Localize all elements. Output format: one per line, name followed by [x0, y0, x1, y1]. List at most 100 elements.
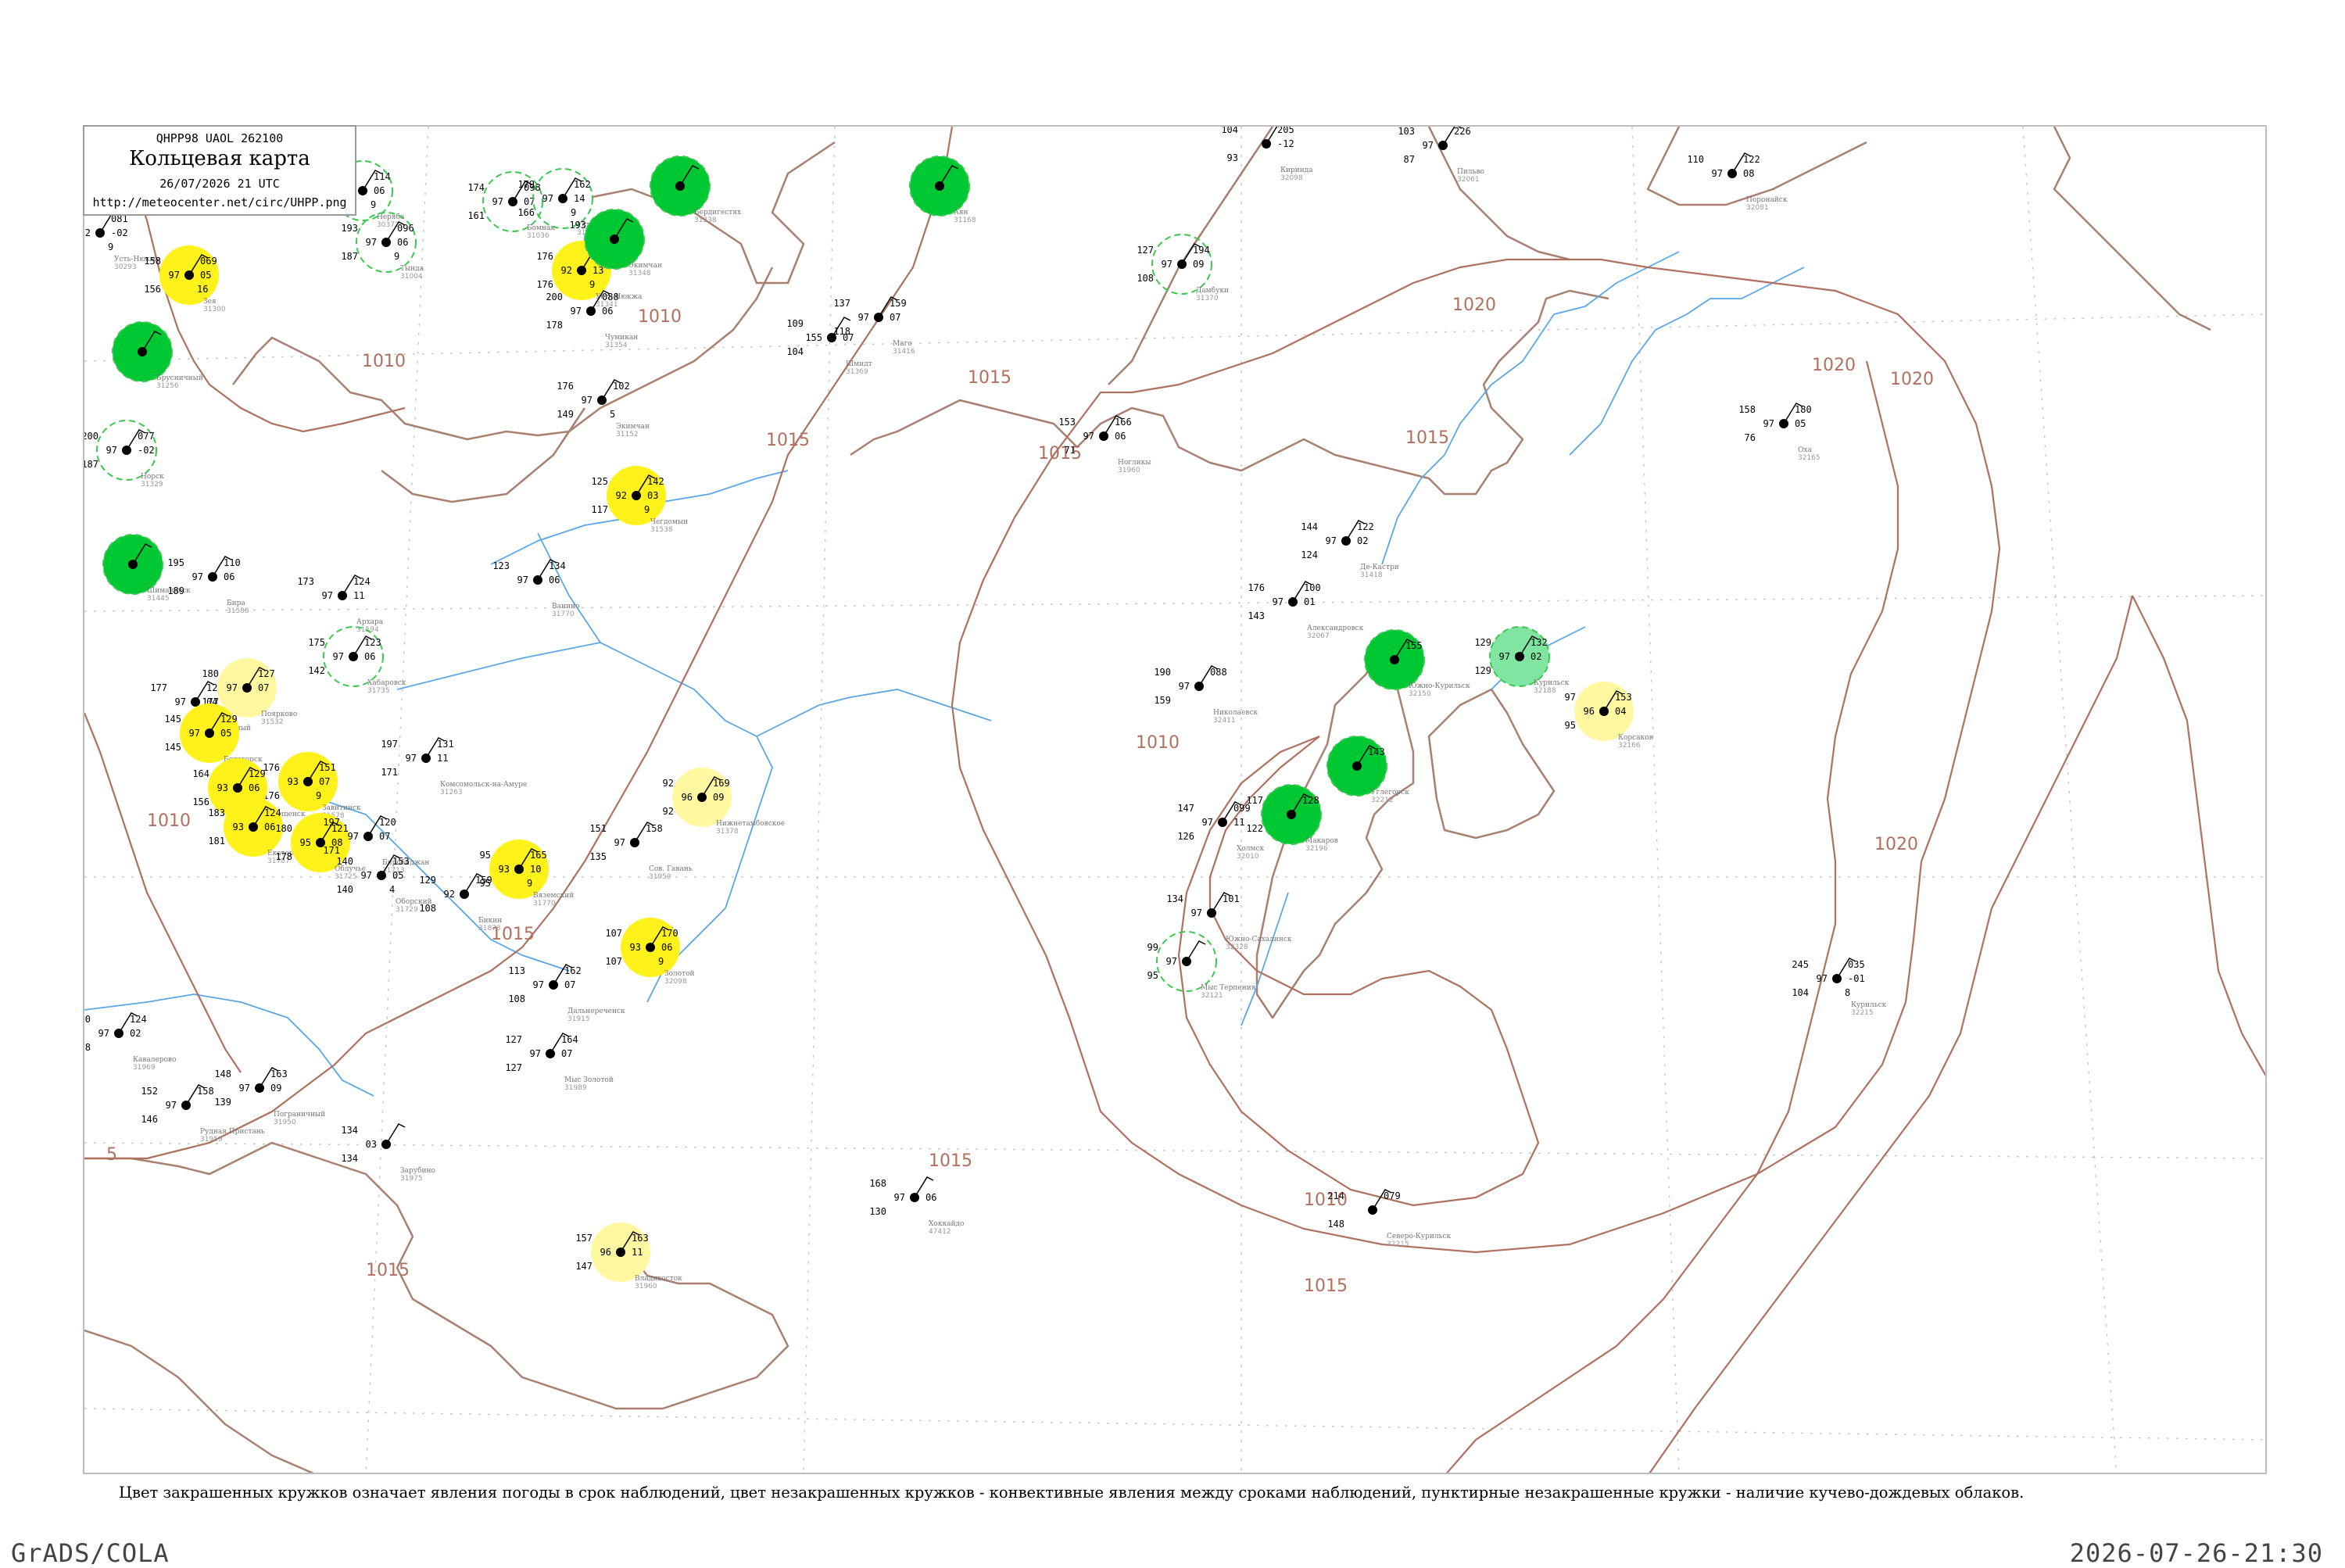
- station-name: Бердигестях: [694, 209, 741, 217]
- station-value-dp: 06: [374, 185, 385, 196]
- station-49[interactable]: 129 159 92 108 Бикин31873: [419, 873, 502, 933]
- station-35[interactable]: 117 128122Макаров32196: [1246, 784, 1338, 853]
- station-value-t: 134: [341, 1125, 358, 1136]
- station-53[interactable]: 113 162 97 07 108 Дальнереченск31915: [508, 964, 625, 1023]
- station-value-pr: 140: [336, 884, 353, 895]
- isobar-labels: 1010 1010 1015 1015 1015 1015 1015 1015 …: [106, 295, 1934, 1296]
- station-value-td: 97: [166, 1100, 177, 1111]
- station-55[interactable]: 190 124 97 02 168 Кавалерово31969: [84, 1012, 176, 1072]
- station-value-t: 190: [84, 1014, 91, 1025]
- station-20[interactable]: 158 180 97 05 76 Оха32165: [1738, 403, 1821, 462]
- station-value-t: 179: [517, 179, 535, 190]
- station-25[interactable]: 195 110 97 06 189 Бира31588: [167, 556, 249, 615]
- synoptic-map[interactable]: 1010 1010 1015 1015 1015 1015 1015 1015 …: [84, 127, 2267, 1474]
- station-12[interactable]: 127 194 97 09 108 Дамбуки31370: [1137, 234, 1229, 303]
- station-7[interactable]: 158 069 97 05 156 16 Зея31300: [144, 245, 226, 313]
- station-id: 30372: [377, 221, 399, 229]
- station-value-p: 162: [564, 965, 582, 976]
- station-31[interactable]: 129 132 97 02 129 Курильск32188: [1474, 626, 1570, 695]
- station-59[interactable]: 168 97 06 130 Хоккайдо47412: [869, 1176, 964, 1236]
- station-value-t: 151: [589, 823, 607, 834]
- station-value-dp: 09: [713, 792, 724, 803]
- station-value-td: 97: [1423, 140, 1434, 151]
- isobar-label-1010: 1010: [1136, 733, 1180, 753]
- station-value-hw: 9: [644, 504, 650, 515]
- station-11[interactable]: Брусничный31256: [112, 321, 203, 390]
- station-63[interactable]: 134 03 134 Зарубино31975: [341, 1123, 435, 1183]
- station-value-td: 97: [1499, 651, 1510, 662]
- station-58[interactable]: 157 163 96 11 147 Владивосток31960: [575, 1223, 682, 1291]
- station-value-td: 97: [239, 1083, 250, 1094]
- station-value-pr: 117: [591, 504, 608, 515]
- station-29[interactable]: 176 100 97 01 143 Александровск32067: [1248, 581, 1364, 640]
- station-id: 32212: [1371, 797, 1394, 804]
- station-value-td: 97: [361, 870, 372, 881]
- station-21[interactable]: 200 077 97 -02 187 Норск31329: [84, 420, 164, 489]
- station-value-t: 113: [508, 965, 525, 976]
- station-value-dp: 07: [258, 682, 269, 693]
- station-57[interactable]: 152 158 97 146 Рудная Пристань31959: [141, 1084, 265, 1144]
- station-value-t: 97: [1565, 692, 1576, 703]
- station-value-td: 97: [1191, 908, 1202, 918]
- station-value-td: 03: [366, 1139, 377, 1150]
- station-16[interactable]: 110 122 97 08 Поронайск32081: [1687, 152, 1788, 212]
- map-title: Кольцевая карта: [129, 147, 310, 170]
- station-id: 32121: [1201, 992, 1223, 1000]
- station-id: 31416: [893, 348, 915, 356]
- station-50[interactable]: 92 169 96 09 92 Нижнетамбовское31378: [663, 768, 786, 836]
- station-32[interactable]: 97 153 96 04 95 Корсаков32166: [1565, 682, 1653, 750]
- station-value-dp: 01: [1304, 596, 1315, 607]
- station-value-t: 177: [150, 682, 167, 693]
- station-id: 31950: [274, 1119, 296, 1126]
- station-34[interactable]: 143 Углегорск32212: [1326, 736, 1409, 804]
- station-value-p: 122: [1743, 154, 1760, 165]
- station-value-dp: 08: [1743, 168, 1754, 179]
- station-6[interactable]: Аян31168: [909, 156, 976, 224]
- station-30[interactable]: 155 Южно-Курильск32150: [1364, 629, 1470, 698]
- station-name: Хабаровск: [367, 678, 406, 687]
- station-value-t: 145: [164, 714, 181, 725]
- station-value-hw: 9: [371, 199, 376, 210]
- station-id: 32196: [1305, 845, 1328, 853]
- station-name: Рудная Пристань: [200, 1128, 265, 1136]
- station-61[interactable]: 245 035 97 -01 104 8Курильск32215: [1792, 958, 1887, 1017]
- station-value-dp: 06: [264, 822, 275, 832]
- station-name: Владивосток: [635, 1275, 682, 1283]
- station-value-pr: 71: [1065, 445, 1076, 456]
- station-value-p: 132: [1531, 637, 1548, 648]
- station-value-p: 163: [270, 1069, 288, 1079]
- station-19[interactable]: 153 166 97 06 71 Ногликы31960: [1058, 415, 1151, 474]
- station-id: 31725: [335, 873, 357, 881]
- station-id: 31004: [400, 273, 423, 281]
- station-value-td: 97: [175, 696, 186, 707]
- station-value-t: 200: [84, 431, 98, 442]
- station-name: Северо-Курильск: [1387, 1233, 1452, 1240]
- station-44[interactable]: 180 12195 08178Облучье31725: [275, 813, 366, 881]
- station-value-dp: 09: [1193, 259, 1204, 270]
- station-value-t: 197: [381, 739, 398, 750]
- station-51[interactable]: 151 158 97 135 Сов. Гавань31959: [589, 822, 693, 881]
- station-5[interactable]: Бердигестях31338: [650, 156, 741, 224]
- station-value-t: 144: [1301, 521, 1318, 532]
- station-27[interactable]: 175 123 97 06 142 Хабаровск31735: [308, 626, 406, 695]
- station-56[interactable]: 148 163 97 09 139 Пограничный31950: [214, 1067, 325, 1126]
- station-54[interactable]: 127 164 97 07 127 Мыс Золотой31989: [505, 1033, 614, 1092]
- isobar-label-1015: 1015: [929, 1151, 972, 1171]
- station-value-td: 93: [630, 942, 641, 953]
- station-value-p: 162: [574, 179, 591, 190]
- station-name: Экимчан: [628, 262, 662, 270]
- station-28[interactable]: 144 122 97 02 124 Де-Кастри31418: [1301, 520, 1399, 579]
- station-value-t: 127: [1137, 245, 1154, 256]
- station-id: 31538: [650, 526, 673, 534]
- station-3[interactable]: 174 09897 07161Бомнак31036: [467, 171, 555, 240]
- station-value-td: 97: [1712, 168, 1723, 179]
- station-14[interactable]: 103 226 97 87 Пильво32061: [1398, 127, 1484, 184]
- map-source-url[interactable]: http://meteocenter.net/circ/UHPP.png: [84, 195, 355, 209]
- station-name: Зея: [203, 298, 217, 306]
- station-26[interactable]: 173 12497 11Архара31594: [297, 575, 384, 634]
- station-48[interactable]: 95 16593 1095 9Вяземский31770: [480, 839, 575, 908]
- station-46[interactable]: 197 131 97 11 171 Комсомольск-на-Амуре31263: [381, 737, 527, 797]
- station-33[interactable]: 190 088 97 159 Николаевск32411: [1154, 665, 1258, 725]
- station-id: 32215: [1851, 1009, 1874, 1017]
- station-id: 47412: [929, 1228, 951, 1236]
